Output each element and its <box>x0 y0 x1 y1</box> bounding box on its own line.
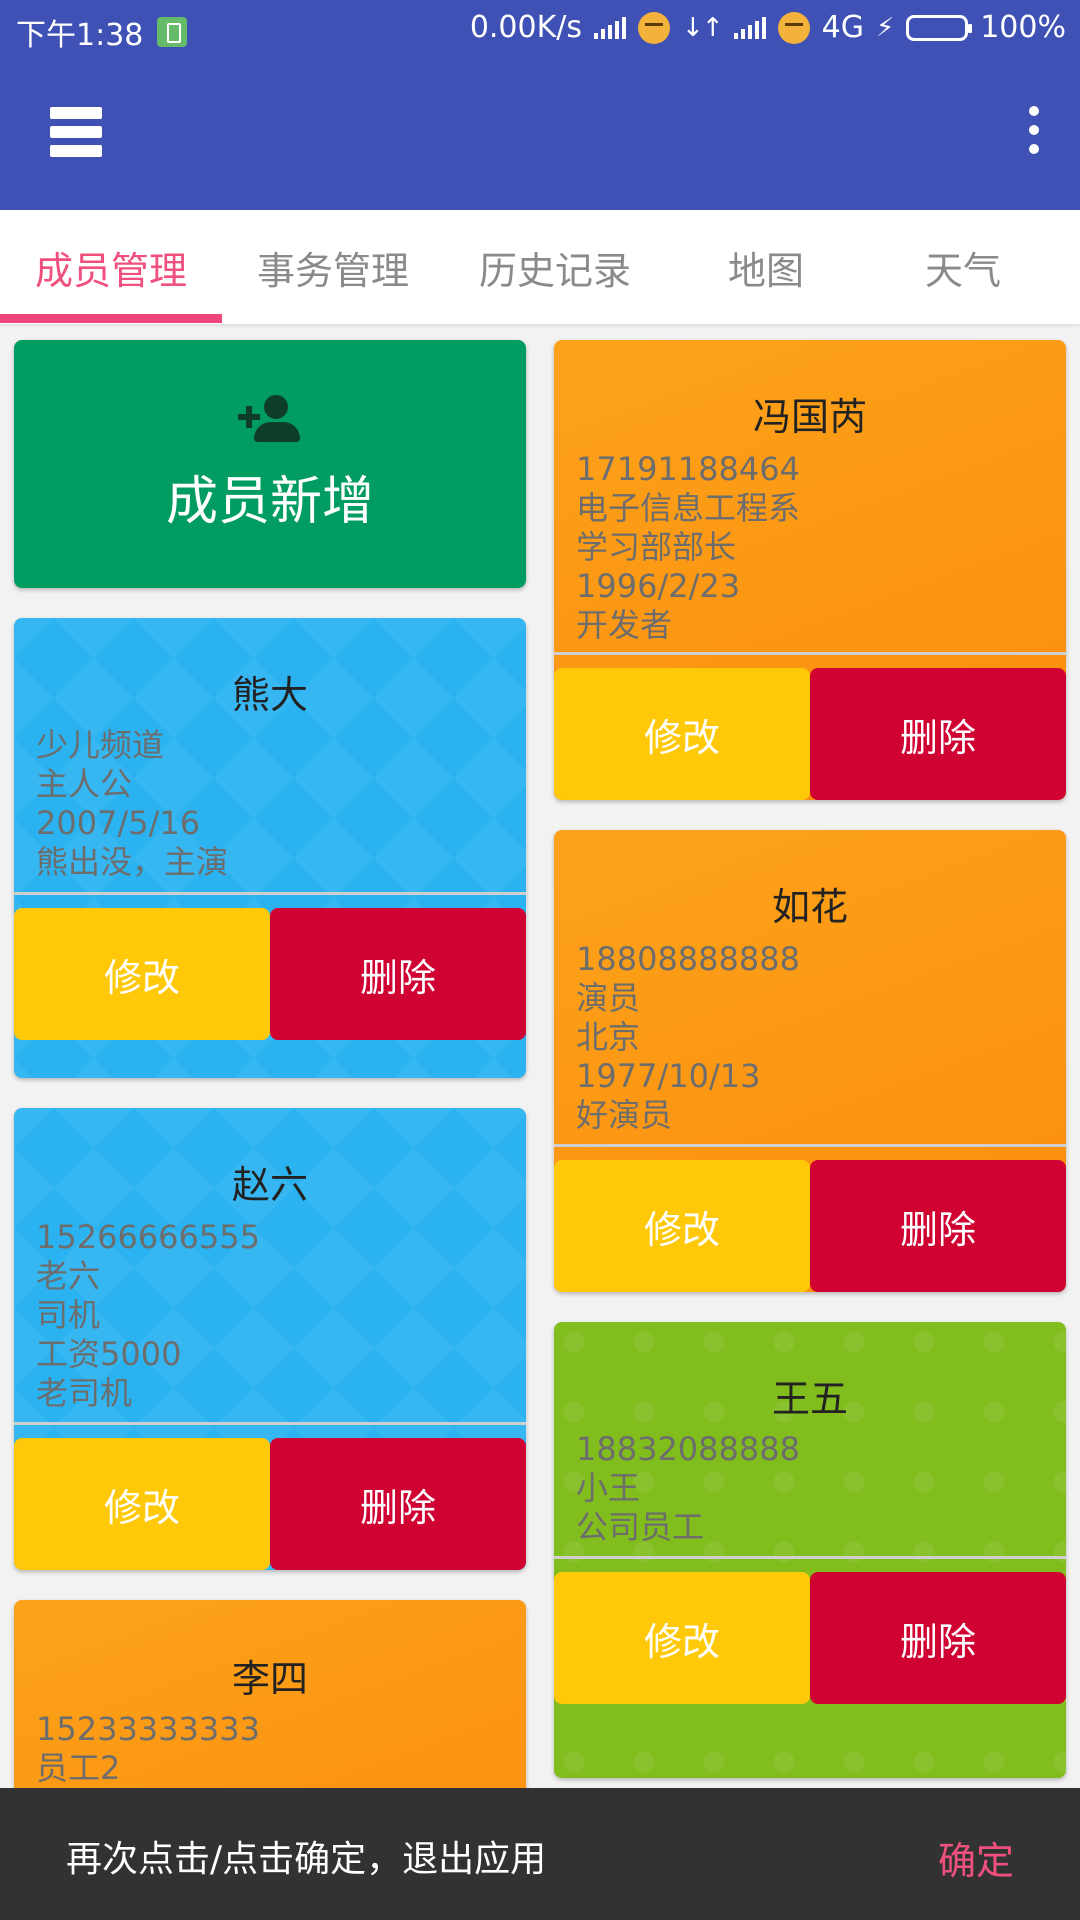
member-name: 熊大 <box>231 673 308 717</box>
member-info: 15266666555 老六 司机 工资5000 老司机 <box>36 1218 260 1413</box>
member-card-zhaoliu: 赵六 15266666555 老六 司机 工资5000 老司机 修改 删除 <box>14 1108 526 1570</box>
info-line: 公司员工 <box>576 1508 705 1546</box>
info-line: 老司机 <box>36 1374 133 1412</box>
battery-icon <box>906 14 973 41</box>
info-line: 主人公 <box>36 765 133 803</box>
divider <box>14 892 526 895</box>
info-line: 演员 <box>576 979 641 1017</box>
info-line: 开发者 <box>576 606 673 644</box>
member-card-wangwu: 王五 18832088888 小王 公司员工 修改 删除 <box>554 1322 1066 1778</box>
info-line: 老六 <box>36 1257 101 1295</box>
member-card-xiongda: 熊大 少儿频道 主人公 2007/5/16 熊出没，主演 修改 删除 <box>14 618 526 1078</box>
member-info: 18808888888 演员 北京 1977/10/13 好演员 <box>576 940 800 1135</box>
snackbar-message: 再次点击/点击确定，退出应用 <box>66 1839 547 1880</box>
add-member-label: 成员新增 <box>165 471 374 532</box>
status-time: 下午1:38 <box>16 18 144 53</box>
info-line: 2007/5/16 <box>36 804 201 842</box>
edit-button[interactable]: 修改 <box>554 668 810 800</box>
member-info: 17191188464 电子信息工程系 学习部部长 1996/2/23 开发者 <box>576 450 800 645</box>
tab-weather[interactable]: 天气 <box>866 210 1060 324</box>
info-line: 熊出没，主演 <box>36 843 229 881</box>
snackbar: 再次点击/点击确定，退出应用 确定 <box>0 1788 1080 1920</box>
status-bar: 下午1:38 0.00K/s ↓↑ 4G ⚡ 100% <box>0 0 1080 56</box>
snackbar-confirm-button[interactable]: 确定 <box>938 1830 1014 1885</box>
charging-icon: ⚡ <box>875 12 895 43</box>
battery-level: 100% <box>980 10 1066 45</box>
edit-button[interactable]: 修改 <box>554 1572 810 1704</box>
tab-map[interactable]: 地图 <box>666 210 866 324</box>
info-line: 好演员 <box>576 1096 673 1134</box>
member-name: 如花 <box>771 885 848 929</box>
info-line: 17191188464 <box>576 450 800 488</box>
member-info: 18832088888 小王 公司员工 <box>576 1430 800 1547</box>
info-line: 15266666555 <box>36 1218 260 1256</box>
sim-card-icon <box>157 17 188 47</box>
info-line: 北京 <box>576 1018 641 1056</box>
member-name: 王五 <box>771 1377 848 1421</box>
delete-button[interactable]: 删除 <box>270 908 526 1040</box>
member-name: 赵六 <box>231 1163 308 1207</box>
divider <box>554 652 1066 655</box>
member-name: 冯国芮 <box>752 395 867 439</box>
delete-button[interactable]: 删除 <box>810 1572 1066 1704</box>
member-name: 李四 <box>231 1657 308 1701</box>
person-add-icon <box>238 394 302 445</box>
emoji-icon <box>638 11 671 44</box>
info-line: 18832088888 <box>576 1430 800 1468</box>
member-card-ruhua: 如花 18808888888 演员 北京 1977/10/13 好演员 修改 删… <box>554 830 1066 1292</box>
info-line: 1977/10/13 <box>576 1057 761 1095</box>
tab-member-management[interactable]: 成员管理 <box>0 210 222 324</box>
info-line: 学习部部长 <box>576 528 737 566</box>
info-line: 少儿频道 <box>36 726 165 764</box>
member-info: 少儿频道 主人公 2007/5/16 熊出没，主演 <box>36 726 228 882</box>
divider <box>554 1556 1066 1559</box>
info-line: 1996/2/23 <box>576 567 741 605</box>
member-info: 15233333333 员工2 <box>36 1710 260 1788</box>
member-card-fengguoru: 冯国芮 17191188464 电子信息工程系 学习部部长 1996/2/23 … <box>554 340 1066 800</box>
emoji-icon-2 <box>777 11 810 44</box>
tab-affairs-management[interactable]: 事务管理 <box>222 210 444 324</box>
info-line: 司机 <box>36 1296 101 1334</box>
edit-button[interactable]: 修改 <box>14 908 270 1040</box>
network-type: 4G <box>821 10 864 45</box>
edit-button[interactable]: 修改 <box>14 1438 270 1570</box>
delete-button[interactable]: 删除 <box>810 668 1066 800</box>
delete-button[interactable]: 删除 <box>810 1160 1066 1292</box>
network-speed: 0.00K/s <box>469 10 583 45</box>
info-line: 小王 <box>576 1469 641 1507</box>
edit-button[interactable]: 修改 <box>554 1160 810 1292</box>
delete-button[interactable]: 删除 <box>270 1438 526 1570</box>
info-line: 工资5000 <box>36 1335 182 1373</box>
tab-indicator <box>0 314 222 323</box>
menu-icon[interactable] <box>50 107 102 157</box>
data-transfer-icon: ↓↑ <box>682 12 724 43</box>
info-line: 员工2 <box>36 1749 121 1787</box>
info-line: 15233333333 <box>36 1710 260 1748</box>
more-options-icon[interactable] <box>1024 106 1044 166</box>
info-line: 18808888888 <box>576 940 800 978</box>
app-bar <box>0 56 1080 210</box>
tab-bar: 成员管理 事务管理 历史记录 地图 天气 <box>0 210 1080 324</box>
tab-history[interactable]: 历史记录 <box>444 210 666 324</box>
signal-bars-icon-2 <box>733 16 766 39</box>
divider <box>554 1144 1066 1147</box>
signal-bars-icon <box>594 16 627 39</box>
add-member-card[interactable]: 成员新增 <box>14 340 526 588</box>
divider <box>14 1422 526 1425</box>
info-line: 电子信息工程系 <box>576 489 801 527</box>
